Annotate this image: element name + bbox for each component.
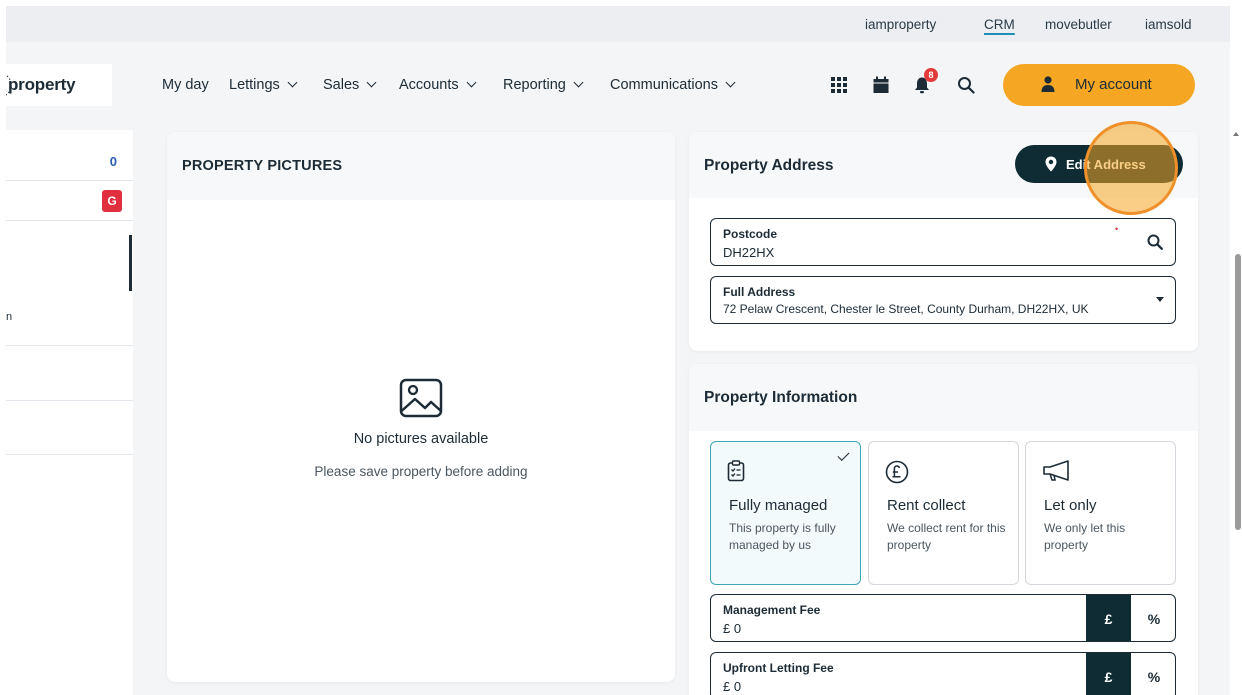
user-icon bbox=[1041, 76, 1055, 92]
apps-grid-icon[interactable] bbox=[830, 76, 848, 94]
nav-sales-label: Sales bbox=[323, 77, 360, 93]
postcode-value: DH22HX bbox=[723, 245, 775, 260]
map-pin-icon bbox=[1045, 156, 1057, 172]
upfront-letting-fee-field[interactable]: Upfront Letting Fee £ 0 £ % bbox=[710, 652, 1176, 695]
management-fee-label: Management Fee bbox=[723, 603, 821, 617]
no-pictures-heading: No pictures available bbox=[353, 431, 489, 447]
nav-communications[interactable]: Communications bbox=[610, 77, 736, 93]
caret-down-icon bbox=[1156, 297, 1164, 302]
property-pictures-title: PROPERTY PICTURES bbox=[182, 158, 343, 174]
checkmark-icon bbox=[837, 448, 850, 462]
chevron-down-icon bbox=[573, 77, 584, 88]
property-information-title: Property Information bbox=[704, 389, 858, 406]
sidebar-item[interactable]: n bbox=[6, 291, 133, 346]
property-pictures-card: PROPERTY PICTURES No pictures available … bbox=[167, 132, 675, 682]
scrollbar-thumb[interactable] bbox=[1235, 254, 1241, 530]
google-badge-icon: G bbox=[102, 190, 122, 212]
sidebar-item-active[interactable] bbox=[6, 235, 133, 291]
brand-link-iamproperty[interactable]: iamproperty bbox=[865, 17, 936, 32]
nav-communications-label: Communications bbox=[610, 77, 718, 93]
nav-accounts[interactable]: Accounts bbox=[399, 77, 477, 93]
click-highlight-indicator bbox=[1084, 121, 1178, 215]
upfront-letting-fee-label: Upfront Letting Fee bbox=[723, 661, 834, 675]
no-pictures-message: Please save property before adding bbox=[314, 464, 528, 479]
option-title: Fully managed bbox=[729, 497, 828, 514]
sidebar-item[interactable]: G bbox=[6, 181, 133, 221]
left-sidebar: 0 G n bbox=[6, 130, 133, 695]
my-account-label: My account bbox=[1075, 76, 1152, 93]
brand-link-movebutler[interactable]: movebutler bbox=[1045, 17, 1112, 32]
nav-reporting[interactable]: Reporting bbox=[503, 77, 584, 93]
option-let-only[interactable]: Let only We only let this property bbox=[1025, 441, 1176, 585]
sidebar-active-indicator bbox=[129, 235, 132, 291]
postcode-label: Postcode bbox=[723, 227, 778, 241]
image-placeholder-icon bbox=[399, 378, 443, 418]
chevron-down-icon bbox=[466, 77, 477, 88]
logo[interactable]: property bbox=[3, 64, 112, 106]
logo-text: property bbox=[8, 75, 76, 94]
upfront-letting-fee-value: £ 0 bbox=[723, 679, 742, 694]
option-fully-managed[interactable]: Fully managed This property is fully man… bbox=[710, 441, 861, 585]
brand-link-iamsold[interactable]: iamsold bbox=[1145, 17, 1192, 32]
fee-type-pound-toggle[interactable]: £ bbox=[1086, 595, 1131, 641]
megaphone-icon bbox=[1043, 460, 1069, 481]
management-fee-value: £ 0 bbox=[723, 621, 742, 636]
search-icon[interactable] bbox=[1147, 234, 1163, 250]
fee-type-percent-toggle[interactable]: % bbox=[1131, 595, 1175, 641]
sidebar-item[interactable] bbox=[6, 346, 133, 401]
required-marker-icon: • bbox=[1115, 224, 1119, 234]
nav-lettings-label: Lettings bbox=[229, 77, 280, 93]
my-account-button[interactable]: My account bbox=[1003, 64, 1195, 106]
search-icon[interactable] bbox=[957, 76, 975, 94]
sidebar-count: 0 bbox=[109, 154, 117, 169]
nav-lettings[interactable]: Lettings bbox=[229, 77, 298, 93]
scroll-up-arrow-icon[interactable] bbox=[1233, 132, 1239, 136]
calendar-icon[interactable] bbox=[872, 76, 890, 94]
nav-my-day-label: My day bbox=[162, 77, 209, 93]
main-navbar: property My day Lettings Sales Accounts … bbox=[3, 42, 1230, 130]
nav-sales[interactable]: Sales bbox=[323, 77, 377, 93]
brand-switcher-bar: iamproperty CRM movebutler iamsold bbox=[6, 6, 1230, 42]
chevron-down-icon bbox=[366, 77, 377, 88]
option-rent-collect[interactable]: Rent collect We collect rent for this pr… bbox=[868, 441, 1019, 585]
property-information-card: Property Information Fully managed This … bbox=[689, 364, 1198, 695]
full-address-value: 72 Pelaw Crescent, Chester le Street, Co… bbox=[723, 302, 1089, 316]
pound-coin-icon bbox=[885, 460, 909, 484]
option-description: We collect rent for this property bbox=[887, 521, 1006, 552]
sidebar-item[interactable]: 0 bbox=[6, 130, 133, 181]
postcode-field[interactable]: Postcode DH22HX • bbox=[710, 218, 1176, 266]
brand-link-crm[interactable]: CRM bbox=[984, 17, 1015, 32]
full-address-select[interactable]: Full Address 72 Pelaw Crescent, Chester … bbox=[710, 276, 1176, 324]
full-address-label: Full Address bbox=[723, 285, 796, 299]
clipboard-icon bbox=[727, 460, 745, 482]
option-title: Let only bbox=[1044, 497, 1097, 514]
management-fee-field[interactable]: Management Fee £ 0 £ % bbox=[710, 594, 1176, 642]
option-description: This property is fully managed by us bbox=[729, 521, 836, 552]
fee-type-percent-toggle[interactable]: % bbox=[1131, 653, 1175, 695]
notification-count-badge: 8 bbox=[924, 68, 938, 82]
sidebar-item-label: n bbox=[6, 311, 13, 323]
chevron-down-icon bbox=[287, 77, 298, 88]
page-scrollbar[interactable] bbox=[1231, 130, 1242, 695]
nav-my-day[interactable]: My day bbox=[162, 77, 209, 93]
fee-type-pound-toggle[interactable]: £ bbox=[1086, 653, 1131, 695]
sidebar-item[interactable] bbox=[6, 401, 133, 455]
nav-reporting-label: Reporting bbox=[503, 77, 566, 93]
chevron-down-icon bbox=[725, 77, 736, 88]
window-left-edge bbox=[0, 0, 6, 695]
option-description: We only let this property bbox=[1044, 521, 1126, 552]
nav-accounts-label: Accounts bbox=[399, 77, 459, 93]
option-title: Rent collect bbox=[887, 497, 966, 514]
property-address-title: Property Address bbox=[704, 157, 834, 174]
